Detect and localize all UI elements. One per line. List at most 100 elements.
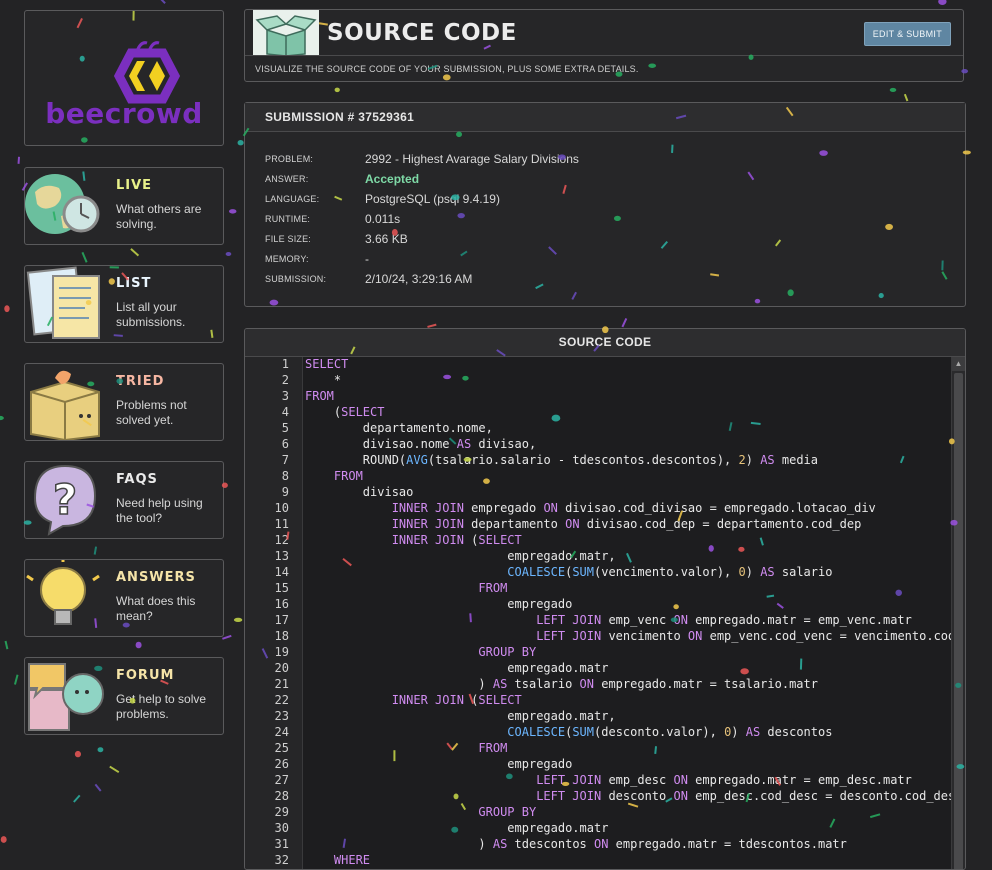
line-number: 28 [274,789,289,803]
line-number: 22 [274,693,289,707]
code-line: INNER JOIN (SELECT [391,693,522,707]
answer-label: ANSWER: [265,174,309,184]
box-icon [30,370,100,440]
confetti-piece [17,156,21,164]
code-line: FROM [333,469,363,483]
line-number: 31 [274,837,289,851]
sidebar-item-answers[interactable]: ANSWERS What does this mean? [24,559,224,637]
language-label: LANGUAGE: [265,194,320,204]
memory-value: - [365,252,369,266]
line-number: 23 [274,709,289,723]
line-number: 26 [274,757,289,771]
nav-title-tried: TRIED [116,374,165,389]
code-line: empregado.matr [305,821,609,835]
code-line: ROUND(AVG(tsalario.salario - tdescontos.… [305,453,819,467]
file-size-label: FILE SIZE: [265,234,312,244]
confetti-piece [13,674,19,685]
globe-clock-icon [25,174,100,234]
scroll-thumb[interactable] [954,373,963,869]
answer-value: Accepted [365,172,420,186]
line-number: 18 [274,629,289,643]
code-line: divisao.nome AS divisao, [305,437,537,451]
confetti-piece [93,546,98,555]
confetti-piece [4,640,9,650]
confetti-piece [225,252,232,257]
code-line: (SELECT [305,405,385,419]
line-number: 29 [274,805,289,819]
nav-desc-answers: What does this mean? [116,594,196,623]
confetti-piece [74,750,81,758]
line-number: 30 [274,821,289,835]
confetti-piece [903,93,909,102]
line-number: 4 [281,405,289,419]
lightbulb-icon [26,560,100,625]
line-number: 16 [274,597,289,611]
sidebar-item-tried[interactable]: TRIED Problems not solved yet. [24,363,224,441]
forum-chat-icon [28,663,104,731]
line-number: 10 [274,501,289,515]
problem-label: PROBLEM: [265,154,314,164]
confetti-piece [157,0,166,4]
sidebar-item-live[interactable]: LIVE What others are solving. [24,167,224,245]
nav-title-list: LIST [116,276,152,291]
source-code-title: SOURCE CODE [558,335,652,349]
nav-desc-faqs: Need help using the tool? [116,496,203,525]
scroll-up-arrow-icon[interactable]: ▲ [952,357,965,371]
runtime-label: RUNTIME: [265,214,311,224]
confetti-piece [109,765,120,774]
submission-title: SUBMISSION # 37529361 [265,110,415,124]
code-line: empregado.matr, [305,549,616,563]
code-line: FROM [478,741,508,755]
confetti-piece [621,317,628,328]
nav-desc-tried: Problems not solved yet. [116,398,187,427]
code-line: LEFT JOIN emp_venc ON empregado.matr = e… [536,613,912,627]
line-number: 6 [281,437,289,451]
page-title: SOURCE CODE [327,20,517,46]
confetti-piece [135,641,142,649]
confetti-piece [938,0,947,6]
confetti-piece [233,617,243,622]
nav-title-live: LIVE [116,178,153,193]
problem-value[interactable]: 2992 - Highest Avarage Salary Divisions [365,152,579,166]
confetti-piece [73,794,81,803]
sidebar-item-forum[interactable]: FORUM Get help to solve problems. [24,657,224,735]
code-line: GROUP BY [478,645,537,659]
submission-date-label: SUBMISSION: [265,274,327,284]
code-line: LEFT JOIN vencimento ON emp_venc.cod_ven… [536,629,952,643]
code-line: FROM [305,389,334,403]
submission-header: SUBMISSION # 37529361 [245,103,965,132]
beecrowd-logo[interactable]: beecrowd [24,10,224,146]
confetti-piece [889,87,897,93]
code-line: departamento.nome, [305,421,493,435]
code-editor[interactable]: SELECT * FROM (SELECT departamento.nome, … [303,357,952,869]
line-number: 20 [274,661,289,675]
confetti-piece [94,783,102,792]
line-number: 32 [274,853,289,867]
runtime-value: 0.011s [365,212,401,226]
code-line: empregado [305,597,573,611]
code-line: empregado.matr, [305,709,616,723]
list-document-icon [26,266,100,339]
code-line: COALESCE(SUM(desconto.valor), 0) AS desc… [507,725,833,739]
open-box-icon [253,10,319,56]
line-number: 8 [281,469,289,483]
line-number: 15 [274,581,289,595]
source-code-header: SOURCE CODE [245,329,965,357]
svg-text:?: ? [53,475,77,524]
code-line: COALESCE(SUM(vencimento.valor), 0) AS sa… [507,565,833,579]
source-code-panel: SOURCE CODE 1 2 3 4 5 6 7 8 9 10 11 12 13 14 15 16 17 18 1… [244,328,966,870]
line-number: 5 [281,421,289,435]
line-number: 1 [281,357,289,371]
nav-title-forum: FORUM [116,668,175,683]
edit-submit-button[interactable]: EDIT & SUBMIT [863,22,951,46]
sidebar-item-faqs[interactable]: ? FAQS Need help using the tool? [24,461,224,539]
line-number: 9 [281,485,289,499]
sidebar-item-list[interactable]: LIST List all your submissions. [24,265,224,343]
line-number: 14 [274,565,289,579]
line-number: 17 [274,613,289,627]
nav-desc-forum: Get help to solve problems. [116,692,207,721]
code-line: SELECT [305,357,349,371]
line-number: 12 [274,533,289,547]
code-line: WHERE [333,853,371,867]
code-scrollbar[interactable]: ▲ [951,357,965,869]
